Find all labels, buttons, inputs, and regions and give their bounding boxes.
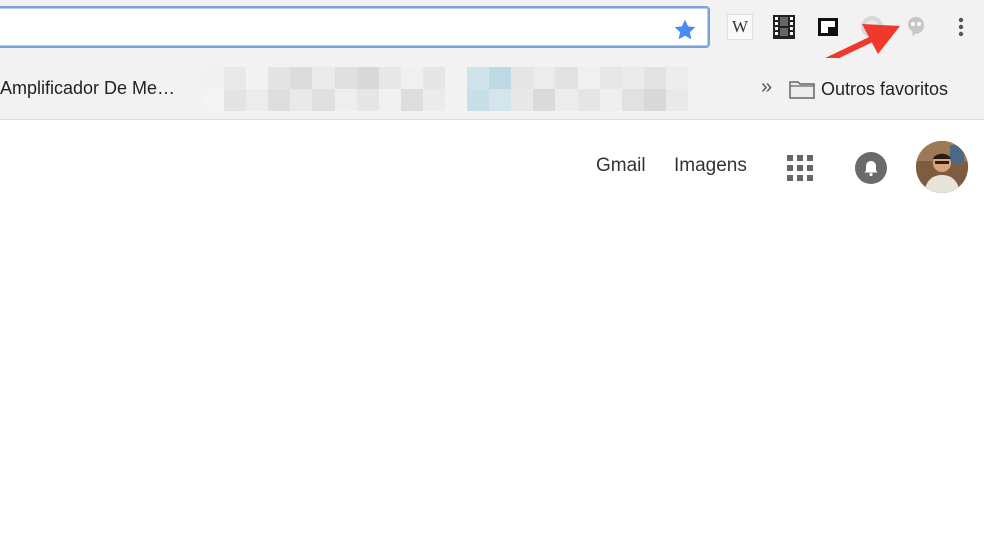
- gmail-link[interactable]: Gmail: [596, 155, 646, 177]
- avatar-image: [916, 141, 968, 193]
- film-extension-icon[interactable]: [771, 14, 797, 40]
- tips-extension-icon[interactable]: [903, 14, 929, 40]
- star-icon[interactable]: [672, 17, 698, 43]
- bell-icon: [864, 161, 878, 177]
- other-bookmarks-label: Outros favoritos: [821, 78, 949, 99]
- images-link[interactable]: Imagens: [674, 155, 747, 177]
- more-vert-icon[interactable]: [948, 14, 974, 40]
- notifications-button[interactable]: [855, 152, 887, 184]
- blurred-bookmarks: [202, 67, 688, 111]
- wikipedia-extension-icon[interactable]: W: [727, 14, 753, 40]
- bookmarks-overflow-button[interactable]: »: [761, 76, 772, 99]
- picture-in-picture-icon[interactable]: [815, 14, 841, 40]
- ghost-extension-icon[interactable]: [859, 14, 885, 40]
- bookmark-amplificador[interactable]: Amplificador De Me…: [0, 78, 175, 99]
- address-bar[interactable]: [0, 6, 710, 48]
- folder-icon: [789, 81, 815, 99]
- wikipedia-glyph: W: [731, 17, 749, 36]
- other-bookmarks-button[interactable]: Outros favoritos: [789, 77, 948, 101]
- browser-toolbar: W: [0, 0, 984, 83]
- bookmarks-bar: Amplificador De Me… » Outros favoritos: [0, 58, 984, 120]
- profile-avatar[interactable]: [916, 141, 968, 193]
- apps-grid-icon[interactable]: [787, 155, 813, 181]
